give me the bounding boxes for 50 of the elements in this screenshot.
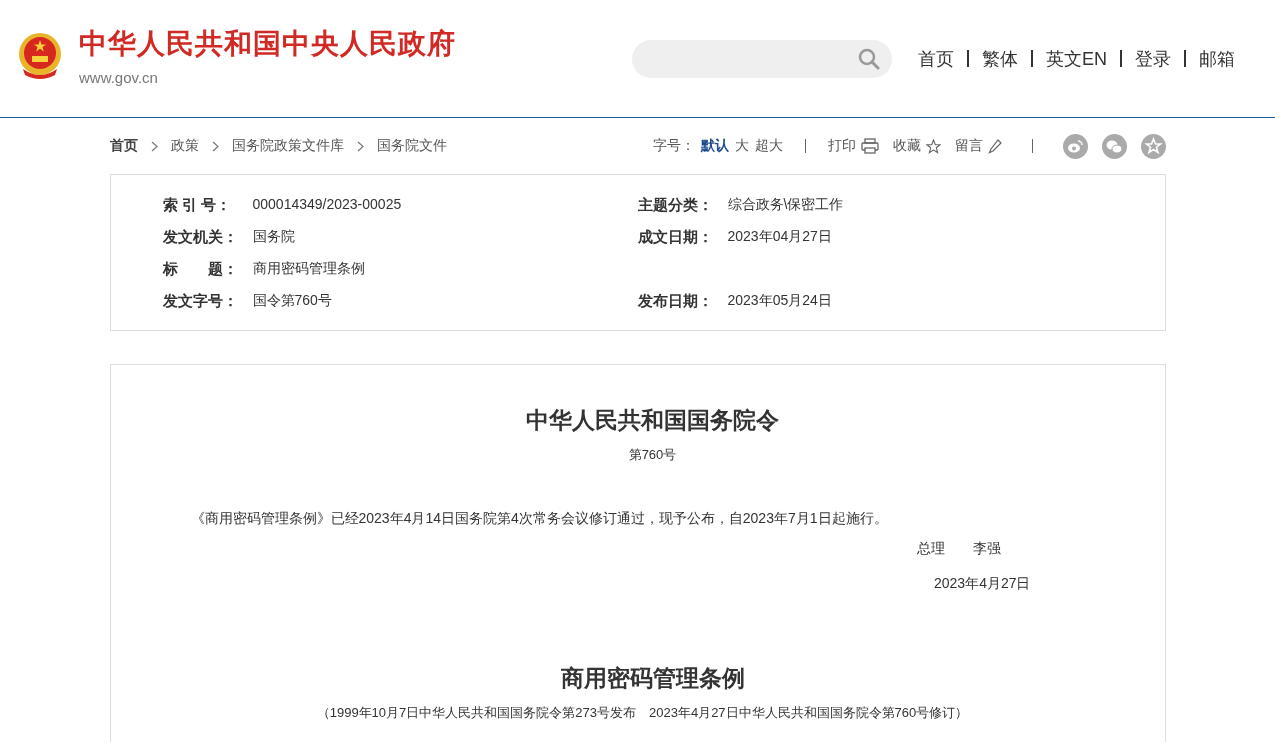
star-icon [925, 138, 941, 154]
meta-label: 成文日期： [637, 227, 714, 247]
meta-value: 国令第760号 [252, 291, 332, 310]
pencil-link[interactable]: 留言 [954, 137, 1002, 155]
print-link[interactable]: 打印 [827, 137, 879, 155]
site-title[interactable]: 中华人民共和国中央人民政府 [79, 25, 456, 63]
signatory: 总理 李强 [916, 540, 1001, 556]
printer-icon [860, 138, 879, 154]
body-paragraph: 《商用密码管理条例》已经2023年4月14日国务院第4次常务会议修订通过，现予公布，自2023年7月1日起施行。 [190, 510, 889, 528]
chevron-right-icon [356, 140, 364, 152]
search-icon[interactable] [858, 47, 880, 70]
pencil-icon [987, 138, 1002, 154]
meta-label: 发布日期： [637, 291, 714, 311]
site-domain: www.gov.cn [79, 69, 159, 86]
breadcrumb-link[interactable]: 首页 [109, 137, 138, 155]
meta-value: 国务院 [252, 227, 295, 246]
meta-value: 商用密码管理条例 [252, 259, 365, 278]
meta-value: 2023年04月27日 [727, 227, 832, 246]
nav-link[interactable]: 登录 [1135, 46, 1171, 71]
revision-history: （1999年10月7日中华人民共和国国务院令第273号发布 2023年4月27日中华人民共和国国务院令第760号修订） [315, 704, 970, 722]
meta-label: 发文字号： [162, 291, 239, 311]
nav-link[interactable]: 邮箱 [1199, 46, 1235, 71]
nav-link[interactable]: 繁体 [982, 46, 1018, 71]
font-size-option[interactable]: 大 [734, 137, 749, 155]
font-size-option[interactable]: 默认 [700, 137, 729, 155]
chat-share-icon[interactable] [1101, 133, 1127, 159]
order-number: 第760号 [627, 446, 678, 464]
meta-label: 发文机关： [162, 227, 239, 247]
chevron-right-icon [150, 140, 158, 152]
meta-label: 主题分类： [637, 195, 714, 215]
meta-value: 2023年05月24日 [727, 291, 832, 310]
order-title: 中华人民共和国国务院令 [525, 407, 780, 435]
regulation-title: 商用密码管理条例 [559, 665, 746, 693]
nav-link[interactable]: 英文EN [1046, 46, 1107, 71]
sign-date: 2023年4月27日 [934, 575, 1031, 591]
search-field[interactable] [632, 39, 892, 78]
font-size-option[interactable]: 超大 [754, 137, 783, 155]
font-size-label: 字号： [652, 137, 695, 155]
star-share-icon[interactable] [1140, 133, 1166, 159]
weibo-share-icon[interactable] [1062, 133, 1088, 159]
meta-value: 综合政务\保密工作 [727, 195, 844, 214]
star-link[interactable]: 收藏 [892, 137, 941, 155]
chevron-right-icon [211, 140, 219, 152]
meta-label: 标 题： [162, 259, 239, 279]
meta-value: 000014349/2023-00025 [252, 195, 402, 214]
breadcrumb-link[interactable]: 政策 [170, 137, 199, 155]
breadcrumb-link[interactable]: 国务院文件 [376, 137, 447, 155]
meta-label: 索 引 号： [162, 195, 232, 215]
breadcrumb-link[interactable]: 国务院政策文件库 [231, 137, 344, 155]
nav-link[interactable]: 首页 [918, 46, 954, 71]
